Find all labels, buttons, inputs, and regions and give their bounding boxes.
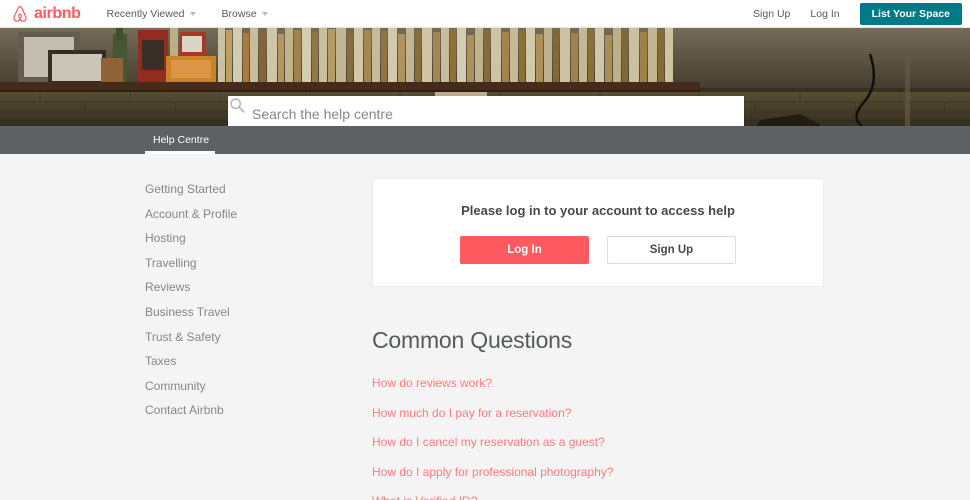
- question-link-cancel-reservation[interactable]: How do I cancel my reservation as a gues…: [372, 435, 824, 449]
- nav-browse-label: Browse: [221, 7, 257, 20]
- help-search-bar[interactable]: [228, 96, 744, 126]
- common-questions-section: Common Questions How do reviews work? Ho…: [372, 327, 824, 500]
- common-questions-title: Common Questions: [372, 327, 573, 353]
- help-centre-page: airbnb Recently Viewed Browse Sign Up Lo…: [0, 0, 970, 500]
- header-nav-right: Sign Up Log In List Your Space: [753, 2, 962, 25]
- sidebar-item-business-travel[interactable]: Business Travel: [145, 305, 325, 319]
- chevron-down-icon: [261, 11, 268, 16]
- tab-help-centre[interactable]: Help Centre: [145, 126, 217, 154]
- airbnb-logo[interactable]: airbnb: [10, 4, 81, 24]
- login-card-buttons: Log In Sign Up: [373, 236, 823, 264]
- list-your-space-button[interactable]: List Your Space: [859, 2, 962, 25]
- belo-logo-icon: [10, 4, 30, 24]
- main-content: Please log in to your account to access …: [372, 178, 824, 500]
- section-tabbar: Help Centre: [0, 126, 970, 154]
- nav-recently-viewed-label: Recently Viewed: [106, 7, 185, 20]
- header-log-in-link[interactable]: Log In: [810, 8, 839, 20]
- question-link-pay-reservation[interactable]: How much do I pay for a reservation?: [372, 406, 824, 420]
- question-link-professional-photography[interactable]: How do I apply for professional photogra…: [372, 465, 824, 479]
- sidebar-item-trust-safety[interactable]: Trust & Safety: [145, 330, 325, 344]
- sidebar-item-reviews[interactable]: Reviews: [145, 280, 325, 294]
- sidebar-item-account-profile[interactable]: Account & Profile: [145, 207, 325, 221]
- sidebar-item-getting-started[interactable]: Getting Started: [145, 182, 325, 196]
- sidebar-item-community[interactable]: Community: [145, 379, 325, 393]
- hero-banner: [0, 28, 970, 126]
- login-prompt-card: Please log in to your account to access …: [372, 178, 824, 287]
- search-input[interactable]: [252, 106, 744, 122]
- tab-help-centre-label: Help Centre: [153, 134, 210, 146]
- nav-browse[interactable]: Browse: [222, 8, 268, 20]
- login-prompt-title: Please log in to your account to access …: [461, 203, 735, 218]
- sidebar-item-travelling[interactable]: Travelling: [145, 256, 325, 270]
- nav-recently-viewed[interactable]: Recently Viewed: [107, 8, 196, 20]
- help-sidebar: Getting Started Account & Profile Hostin…: [145, 182, 325, 428]
- page-body: Getting Started Account & Profile Hostin…: [0, 154, 970, 500]
- log-in-button[interactable]: Log In: [460, 236, 589, 264]
- sign-up-button[interactable]: Sign Up: [607, 236, 736, 264]
- question-link-verified-id[interactable]: What is Verified ID?: [372, 494, 824, 500]
- header-sign-up-link[interactable]: Sign Up: [753, 8, 790, 20]
- header-nav-left: Recently Viewed Browse: [107, 8, 268, 20]
- question-link-reviews-work[interactable]: How do reviews work?: [372, 376, 824, 390]
- site-header: airbnb Recently Viewed Browse Sign Up Lo…: [0, 0, 970, 28]
- chevron-down-icon: [189, 11, 196, 16]
- sidebar-item-contact-airbnb[interactable]: Contact Airbnb: [145, 403, 325, 417]
- sidebar-item-hosting[interactable]: Hosting: [145, 231, 325, 245]
- logo-wordmark: airbnb: [34, 4, 81, 22]
- sidebar-item-taxes[interactable]: Taxes: [145, 354, 325, 368]
